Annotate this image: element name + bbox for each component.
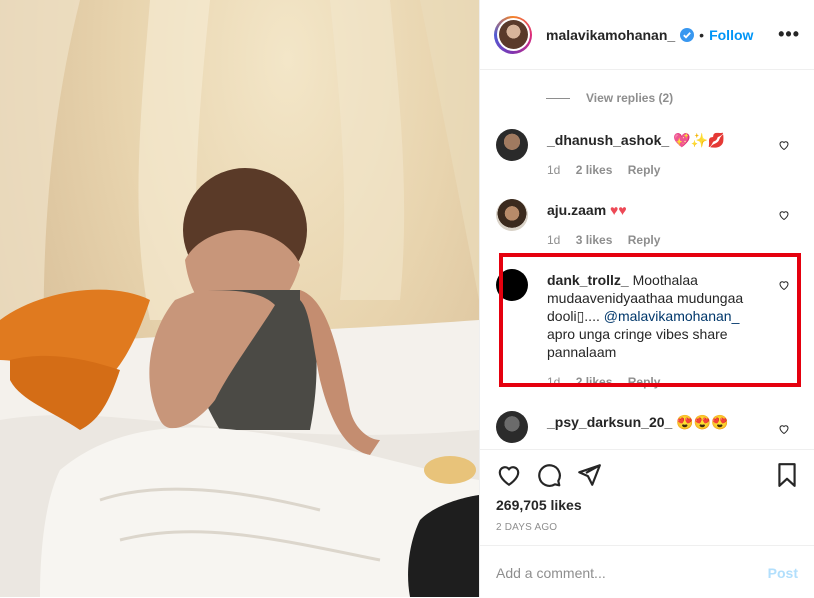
view-replies-label: View replies (2) <box>586 91 674 105</box>
post-header: malavikamohanan_ • Follow ••• <box>480 0 814 70</box>
verified-badge-icon <box>680 27 695 42</box>
header-separator: • <box>699 26 705 43</box>
comment-reply-button[interactable]: Reply <box>628 163 661 177</box>
post-photo[interactable] <box>0 0 479 597</box>
view-replies-button[interactable]: View replies (2) <box>546 91 673 105</box>
comment-item: _dhanush_ashok_ 💖✨💋 1d 2 likes Reply <box>496 129 798 189</box>
save-bookmark-icon[interactable] <box>774 462 800 488</box>
comment-item: aju.zaam ♥♥ 1d 3 likes Reply <box>496 199 798 259</box>
red-highlight-box <box>499 253 801 387</box>
post-timestamp[interactable]: 2 DAYS AGO <box>496 522 557 533</box>
add-comment-bar: Add a comment... Post <box>480 545 814 598</box>
commenter-avatar[interactable] <box>496 411 528 443</box>
post-actions: 269,705 likes 2 DAYS AGO <box>480 449 814 546</box>
author-avatar[interactable] <box>494 15 532 54</box>
comment-time[interactable]: 1d <box>547 233 560 247</box>
commenter-avatar[interactable] <box>496 199 528 231</box>
comment-item: _psy_darksun_20_ 😍😍😍 <box>496 411 798 449</box>
comment-reply-button[interactable]: Reply <box>628 233 661 247</box>
comment-text: 💖✨💋 <box>673 132 726 148</box>
share-plane-icon[interactable] <box>576 462 602 488</box>
post-photo-illustration <box>0 0 479 597</box>
comment-likes[interactable]: 3 likes <box>576 233 613 247</box>
comment-text: ♥♥ <box>610 202 627 218</box>
add-comment-input[interactable]: Add a comment... <box>496 565 606 581</box>
commenter-username[interactable]: _psy_darksun_20_ <box>547 414 672 430</box>
commenter-username[interactable]: aju.zaam <box>547 202 606 218</box>
comment-text: 😍😍😍 <box>676 414 729 430</box>
comment-time[interactable]: 1d <box>547 163 560 177</box>
more-options-icon[interactable]: ••• <box>778 24 800 45</box>
commenter-avatar[interactable] <box>496 129 528 161</box>
replies-divider <box>546 97 570 99</box>
like-comment-heart-icon[interactable] <box>778 139 790 151</box>
comment-likes[interactable]: 2 likes <box>576 163 613 177</box>
author-username[interactable]: malavikamohanan_ <box>546 27 675 43</box>
likes-count[interactable]: 269,705 likes <box>496 497 582 513</box>
post-comment-button[interactable]: Post <box>768 565 798 581</box>
like-comment-heart-icon[interactable] <box>778 423 790 435</box>
follow-button[interactable]: Follow <box>709 27 753 43</box>
like-comment-heart-icon[interactable] <box>778 209 790 221</box>
comment-bubble-icon[interactable] <box>536 462 562 488</box>
like-heart-icon[interactable] <box>496 462 522 488</box>
commenter-username[interactable]: _dhanush_ashok_ <box>547 132 669 148</box>
